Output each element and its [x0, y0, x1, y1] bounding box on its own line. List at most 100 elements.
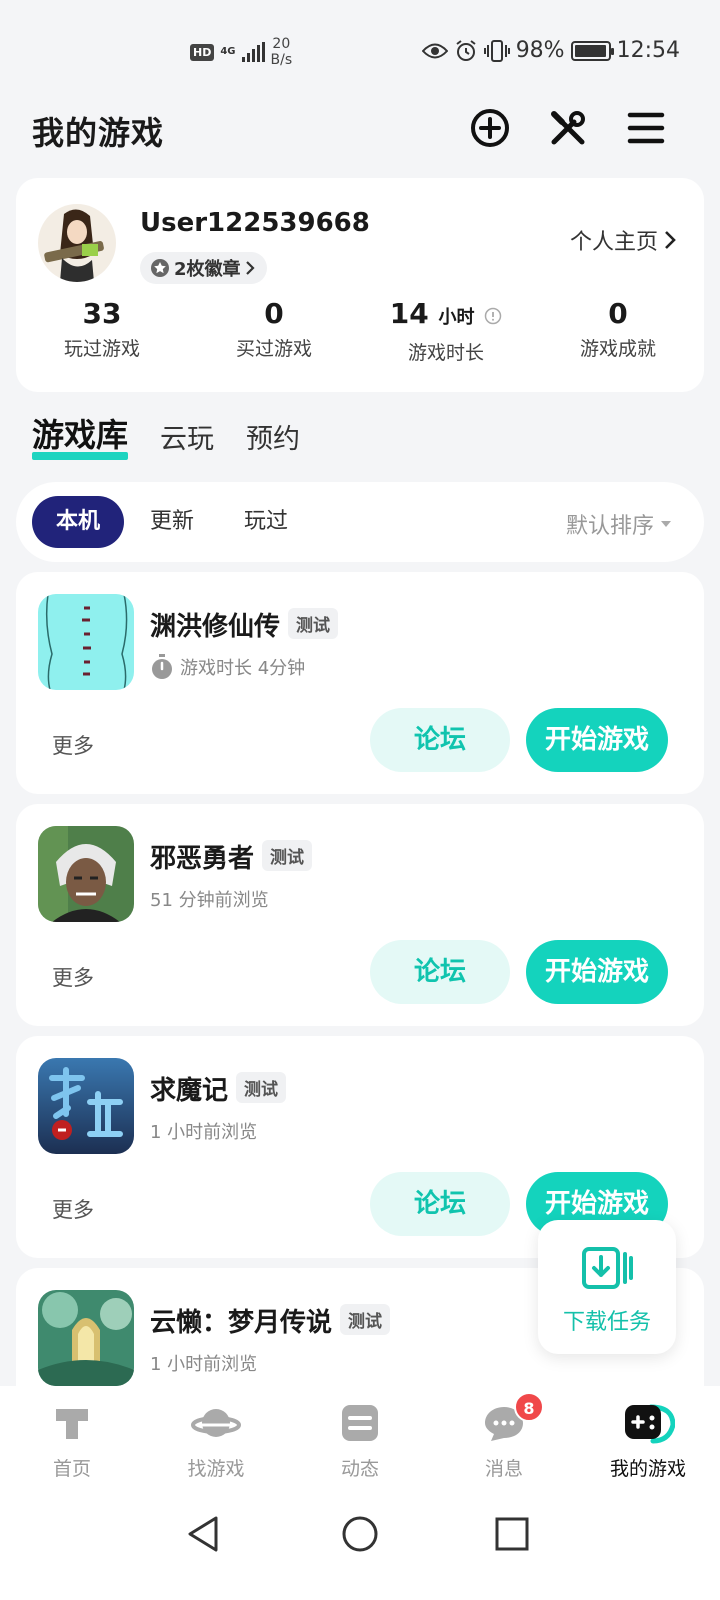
game-name: 求魔记	[150, 1076, 229, 1106]
start-game-button[interactable]: 开始游戏	[526, 708, 668, 772]
more-button[interactable]: 更多	[52, 1194, 94, 1224]
nav-item-home[interactable]: 首页	[0, 1386, 144, 1490]
stat-achievements[interactable]: 0 游戏成就	[532, 296, 704, 365]
more-button[interactable]: 更多	[52, 730, 94, 760]
tab-cloud-play[interactable]: 云玩	[160, 417, 214, 456]
stat-label: 玩过游戏	[63, 338, 140, 360]
battery-percent: 98%	[515, 38, 565, 63]
stat-games-bought[interactable]: 0 买过游戏	[188, 296, 360, 365]
network-type: 4G	[220, 46, 236, 57]
game-meta-text: 1 小时前浏览	[150, 1354, 258, 1375]
personal-homepage-link[interactable]: 个人主页	[570, 224, 676, 256]
username: User122539668	[140, 208, 370, 238]
chevron-right-icon	[245, 261, 255, 275]
start-game-button[interactable]: 开始游戏	[526, 940, 668, 1004]
hd-indicator: HD	[190, 43, 215, 61]
tab-reservations[interactable]: 预约	[246, 417, 300, 456]
game-icon[interactable]	[38, 594, 134, 690]
nav-item-my-games[interactable]: 我的游戏	[576, 1386, 720, 1490]
status-bar: HD 4G 20 B/s 98% 12:54	[0, 0, 720, 100]
game-name: 云懒：梦月传说	[150, 1308, 333, 1338]
test-tag: 测试	[236, 1072, 287, 1103]
vibrate-icon	[483, 39, 510, 62]
net-speed-value: 20	[272, 36, 291, 52]
home-link-label: 个人主页	[569, 230, 658, 255]
avatar[interactable]	[38, 204, 116, 282]
sort-dropdown[interactable]: 默认排序	[566, 508, 672, 540]
profile-card: User122539668 2枚徽章 个人主页 33 玩过游戏 0 买过游戏 1…	[16, 178, 704, 392]
net-speed-unit: B/s	[270, 52, 293, 68]
more-button[interactable]: 更多	[52, 962, 94, 992]
home-icon	[56, 1409, 88, 1439]
feed-icon	[342, 1405, 378, 1441]
nav-label: 找游戏	[187, 1458, 245, 1480]
stat-value: 14	[389, 297, 429, 330]
game-icon[interactable]	[38, 1290, 134, 1386]
planet-icon	[191, 1409, 241, 1437]
nav-label: 动态	[340, 1458, 379, 1480]
stat-label: 游戏成就	[579, 338, 656, 360]
signal-icon	[241, 42, 265, 62]
tools-icon[interactable]	[546, 106, 590, 150]
game-meta-text: 游戏时长 4分钟	[180, 658, 306, 679]
stat-label: 买过游戏	[235, 338, 312, 360]
forum-button[interactable]: 论坛	[370, 708, 510, 772]
game-title: 渊洪修仙传 测试	[150, 606, 339, 643]
game-card: 渊洪修仙传 测试 游戏时长 4分钟 更多 论坛 开始游戏	[16, 572, 704, 794]
download-tasks-button[interactable]: 下载任务	[538, 1220, 676, 1354]
unread-badge: 8	[514, 1392, 544, 1422]
filter-bar: 本机 更新 玩过 默认排序	[16, 482, 704, 562]
net-speed: 20 B/s	[271, 36, 293, 68]
game-meta-text: 51 分钟前浏览	[150, 890, 269, 911]
home-button-icon[interactable]	[336, 1510, 384, 1558]
nav-item-find-games[interactable]: 找游戏	[144, 1386, 288, 1490]
app-header: 我的游戏	[0, 100, 720, 160]
test-tag: 测试	[262, 840, 313, 871]
stats-row: 33 玩过游戏 0 买过游戏 14 小时 游戏时长 0 游戏成就	[16, 296, 704, 365]
tab-game-library[interactable]: 游戏库	[32, 410, 129, 460]
bottom-nav: 首页 找游戏 动态 消息 8 我的游戏	[0, 1386, 720, 1490]
badges-link[interactable]: 2枚徽章	[140, 252, 267, 284]
battery-icon	[570, 40, 614, 61]
menu-icon[interactable]	[624, 106, 668, 150]
filter-chip-updates[interactable]: 更新	[126, 496, 218, 548]
game-title: 求魔记 测试	[150, 1070, 287, 1107]
medal-icon	[151, 259, 169, 277]
recents-icon[interactable]	[488, 1510, 536, 1558]
info-icon[interactable]	[484, 307, 502, 325]
game-icon[interactable]	[38, 826, 134, 922]
status-left: HD 4G 20 B/s	[190, 36, 292, 68]
gamepad-icon	[625, 1404, 675, 1444]
eye-icon	[421, 43, 448, 58]
download-icon	[582, 1247, 633, 1289]
nav-item-messages[interactable]: 消息 8	[432, 1386, 576, 1490]
game-name: 渊洪修仙传	[150, 612, 281, 642]
page-title: 我的游戏	[32, 114, 165, 152]
game-card: 邪恶勇者 测试 51 分钟前浏览 更多 论坛 开始游戏	[16, 804, 704, 1026]
download-tasks-label: 下载任务	[562, 1310, 651, 1335]
nav-item-feed[interactable]: 动态	[288, 1386, 432, 1490]
forum-button[interactable]: 论坛	[370, 1172, 510, 1236]
game-meta: 1 小时前浏览	[150, 1118, 257, 1144]
caret-down-icon	[661, 521, 671, 527]
game-meta: 游戏时长 4分钟	[150, 654, 305, 680]
alarm-icon	[456, 39, 476, 61]
stopwatch-icon	[152, 654, 172, 679]
filter-chip-local[interactable]: 本机	[32, 496, 125, 548]
stat-value: 0	[608, 297, 628, 330]
back-icon[interactable]	[180, 1510, 228, 1558]
section-tabs: 游戏库 云玩 预约	[32, 410, 300, 460]
add-circle-icon[interactable]	[468, 106, 512, 150]
test-tag: 测试	[288, 608, 339, 639]
game-icon[interactable]	[38, 1058, 134, 1154]
game-meta: 1 小时前浏览	[150, 1350, 257, 1376]
stat-value: 33	[82, 297, 122, 330]
nav-label: 我的游戏	[609, 1458, 686, 1480]
nav-label: 首页	[52, 1458, 91, 1480]
filter-chip-played[interactable]: 玩过	[220, 496, 312, 548]
test-tag: 测试	[340, 1304, 391, 1335]
stat-play-time[interactable]: 14 小时 游戏时长	[360, 296, 532, 365]
stat-games-played[interactable]: 33 玩过游戏	[16, 296, 188, 365]
forum-button[interactable]: 论坛	[370, 940, 510, 1004]
stat-label: 游戏时长	[407, 342, 484, 364]
